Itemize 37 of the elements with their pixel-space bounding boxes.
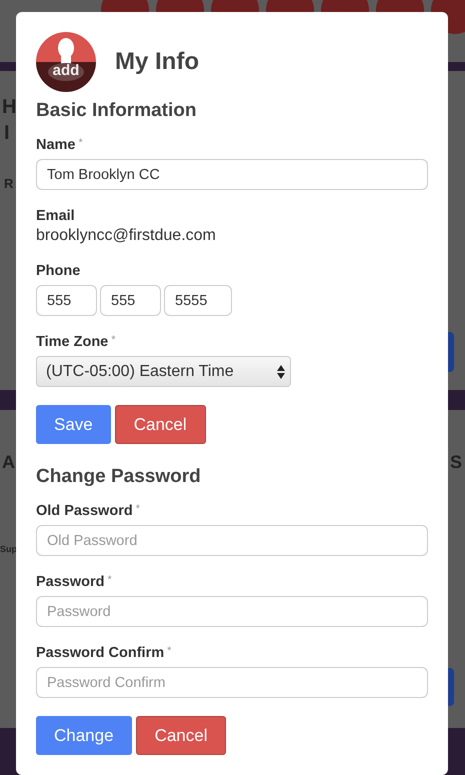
email-value: brooklyncc@firstdue.com bbox=[36, 227, 217, 245]
up-down-icon bbox=[277, 364, 285, 378]
required-mark: * bbox=[136, 503, 140, 517]
modal-title: My Info bbox=[115, 48, 199, 76]
cancel-button[interactable]: Cancel bbox=[136, 716, 226, 755]
field-label: Time Zone bbox=[36, 334, 108, 350]
password-field[interactable]: Password Confirm bbox=[36, 667, 428, 698]
password-field[interactable]: Password bbox=[36, 596, 428, 627]
phone-field[interactable]: 555 bbox=[100, 285, 161, 316]
text-fragment: H bbox=[2, 96, 16, 119]
section-heading: Change Password bbox=[36, 466, 202, 488]
phone-field[interactable]: 555 bbox=[36, 285, 97, 316]
required-mark: * bbox=[78, 137, 83, 151]
section-heading: Basic Information bbox=[36, 100, 198, 122]
phone-field[interactable]: 5555 bbox=[164, 285, 232, 316]
text-fragment: R bbox=[4, 176, 14, 191]
required-mark: * bbox=[108, 574, 112, 588]
field-label: Email bbox=[36, 208, 75, 224]
field-label: Password Confirm bbox=[36, 645, 164, 661]
text-fragment: Sup bbox=[0, 544, 17, 554]
text-fragment: A bbox=[2, 452, 15, 473]
text-fragment: S bbox=[450, 452, 462, 473]
submit-button[interactable]: Change bbox=[36, 716, 132, 755]
button-edge[interactable] bbox=[448, 668, 454, 706]
required-mark: * bbox=[167, 645, 172, 659]
field-label: Phone bbox=[36, 263, 80, 279]
timezone-select[interactable]: (UTC-05:00) Eastern Time bbox=[36, 356, 291, 387]
field-label: Password bbox=[36, 574, 104, 590]
submit-button[interactable]: Save bbox=[36, 405, 111, 444]
field-label: Old Password bbox=[36, 503, 133, 519]
field-label: Name bbox=[36, 137, 76, 153]
password-field[interactable]: Old Password bbox=[36, 525, 428, 556]
text-field[interactable]: Tom Brooklyn CC bbox=[36, 159, 428, 190]
cancel-button[interactable]: Cancel bbox=[114, 405, 206, 444]
text-fragment: I bbox=[4, 122, 10, 145]
button-edge[interactable] bbox=[448, 332, 454, 372]
required-mark: * bbox=[111, 334, 116, 348]
